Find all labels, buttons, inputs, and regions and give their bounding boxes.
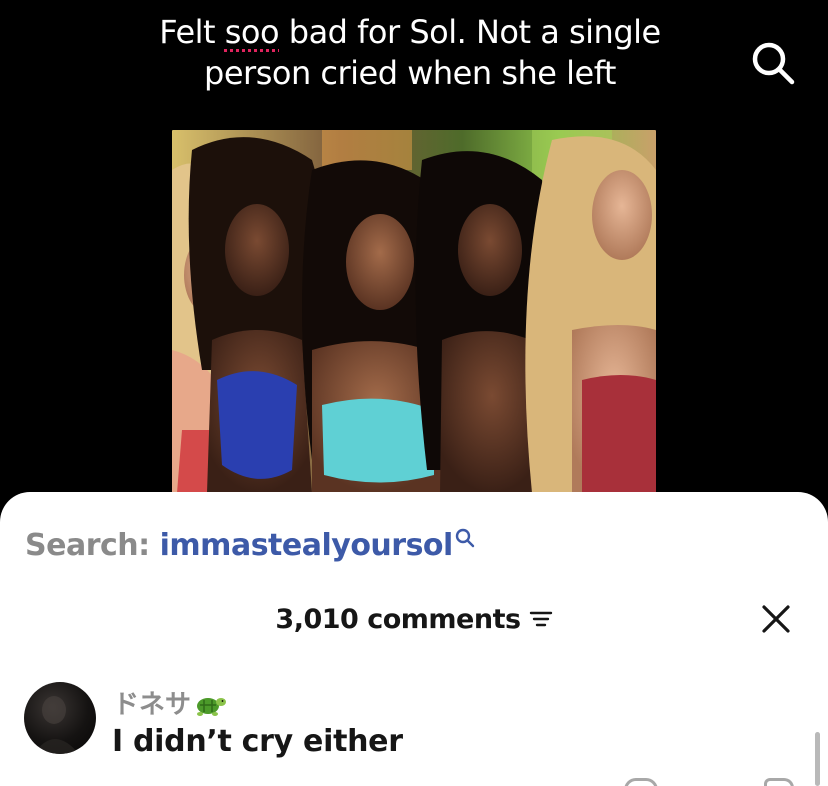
comments-header: 3,010 comments (0, 601, 828, 637)
search-prefix: Search: (25, 527, 150, 563)
like-icon[interactable] (624, 778, 658, 786)
sort-icon[interactable] (529, 609, 553, 629)
reply-icon[interactable] (764, 778, 794, 786)
username-text: ドネサ (113, 690, 192, 720)
avatar-image (34, 696, 79, 754)
caption-flagged-word: soo (224, 13, 280, 51)
comment-username[interactable]: ドネサ (113, 684, 227, 721)
close-icon[interactable] (760, 603, 792, 635)
comment-text: I didn’t cry either (112, 724, 403, 759)
comments-count: 3,010 comments (275, 603, 521, 635)
turtle-emoji (197, 697, 227, 716)
video-frame[interactable] (172, 130, 656, 493)
video-area[interactable]: Felt soo bad for Sol. Not a single perso… (0, 0, 828, 520)
scrollbar[interactable] (815, 732, 820, 786)
comment-search-suggestion[interactable]: Search: immastealyoursol (25, 527, 475, 563)
caption-text: Felt (159, 13, 225, 51)
search-mini-icon (455, 528, 475, 548)
video-caption: Felt soo bad for Sol. Not a single perso… (150, 12, 670, 94)
avatar[interactable] (24, 682, 96, 754)
search-term-link[interactable]: immastealyoursol (160, 528, 454, 563)
search-icon[interactable] (750, 40, 796, 86)
